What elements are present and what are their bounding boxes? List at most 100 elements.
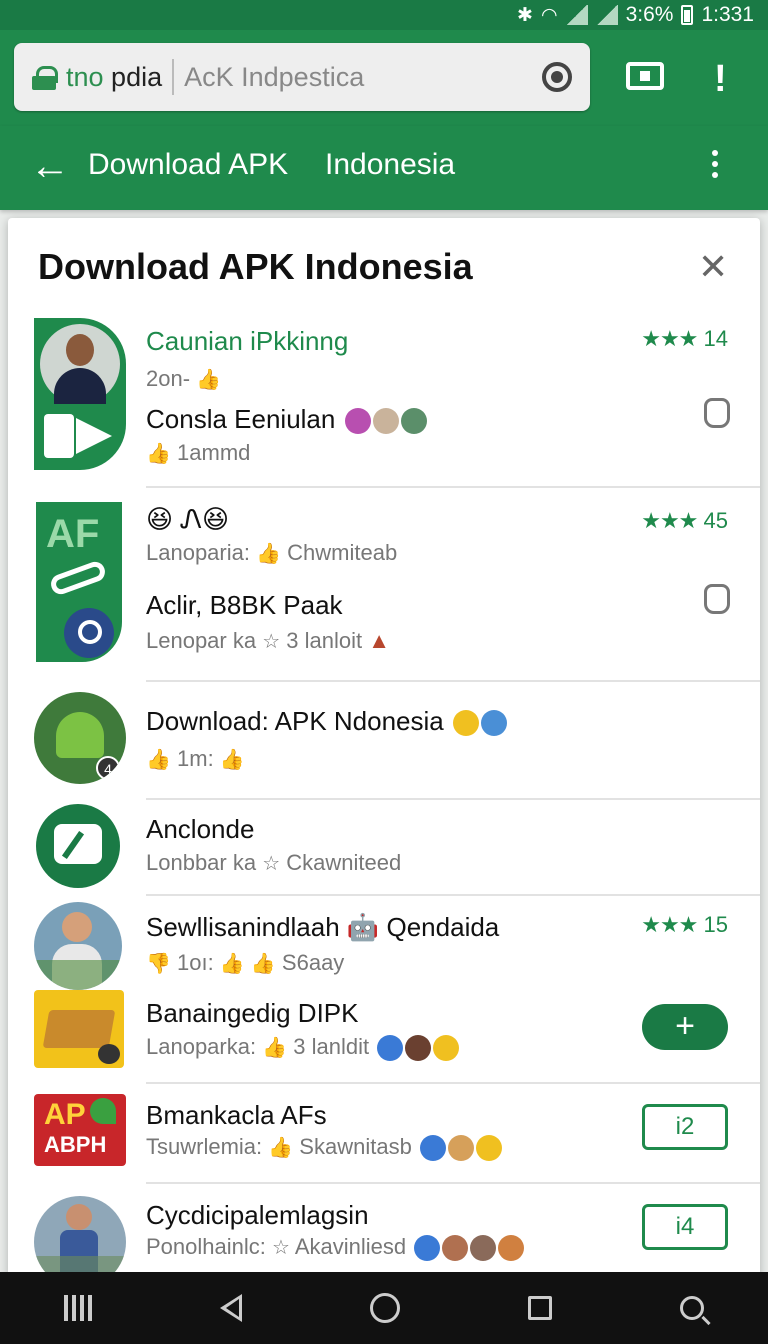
thumbs-up-icon: 👍 bbox=[146, 443, 171, 465]
app-icon: AP ABPH bbox=[34, 1094, 126, 1166]
lock-icon bbox=[32, 66, 58, 90]
avatar-icon bbox=[344, 408, 371, 435]
item-subtitle: 2on- 👍 bbox=[146, 366, 222, 391]
overflow-menu-icon[interactable] bbox=[712, 150, 720, 183]
item-title-2: Aclir, B8BK Paak bbox=[146, 590, 343, 620]
item-subtitle: Ponolhainlc: ☆ Akavinliesd bbox=[146, 1234, 525, 1262]
app-icon bbox=[34, 318, 126, 470]
thumbs-up-icon: 👍 bbox=[250, 953, 276, 975]
emoji-icon bbox=[433, 1035, 460, 1062]
emoji-icon bbox=[452, 710, 479, 737]
alert-icon[interactable]: ! bbox=[714, 58, 727, 101]
item-title: Caunian iPkkinng bbox=[146, 326, 349, 356]
thumbs-up-icon: 👍 bbox=[146, 749, 171, 771]
thumbs-up-icon: 👍 bbox=[196, 369, 222, 391]
item-rating: ★★★ 45 bbox=[641, 508, 728, 533]
item-title: Cycdicipalemlagsin bbox=[146, 1200, 369, 1230]
app-icon bbox=[34, 1196, 126, 1278]
back-arrow-icon[interactable]: ← bbox=[30, 144, 70, 189]
emoji-icon bbox=[498, 1235, 525, 1262]
avatar-icon bbox=[377, 1035, 404, 1062]
avatar-icon bbox=[372, 408, 399, 435]
system-nav-bar bbox=[0, 1272, 768, 1344]
wifi-icon: ◠ bbox=[540, 4, 558, 26]
close-icon[interactable]: ✕ bbox=[698, 246, 728, 288]
url-path[interactable]: AcK Indpestica bbox=[184, 62, 532, 93]
list-item[interactable]: Caunian iPkkinng 2on- 👍 Consla Eeniulan … bbox=[8, 314, 760, 488]
app-icon bbox=[34, 990, 124, 1068]
item-subtitle: Lanoparka: 👍 3 lanldit bbox=[146, 1034, 460, 1062]
app-icon bbox=[34, 902, 122, 990]
thumbs-up-icon: 👍 bbox=[262, 1037, 288, 1059]
avatar-icon bbox=[414, 1235, 441, 1262]
signal-icon-2 bbox=[595, 5, 618, 25]
item-title: Sewllisanindlaah 🤖 Qendaida bbox=[146, 912, 500, 942]
avatar bbox=[40, 324, 120, 404]
avatar-icon bbox=[419, 1135, 446, 1162]
tabs-icon[interactable] bbox=[626, 62, 664, 90]
af-logo: AF bbox=[46, 512, 100, 556]
thumbs-down-icon: 👎 bbox=[146, 953, 171, 975]
list-item[interactable]: Cycdicipalemlagsin Ponolhainlc: ☆ Akavin… bbox=[8, 1186, 760, 1278]
item-meta: Lenopar ka ☆ 3 lanloit ▲ bbox=[146, 628, 391, 653]
app-logo: AP bbox=[44, 1098, 86, 1131]
item-subtitle: Tsuwrlemia: 👍 Skawnitasb bbox=[146, 1134, 502, 1162]
share-icon: ☆ bbox=[262, 853, 281, 875]
tap-icon[interactable] bbox=[704, 398, 730, 428]
item-subtitle: 👎 1oı: 👍 👍 S6aay bbox=[146, 950, 345, 975]
thumbs-up-icon: 👍 bbox=[219, 749, 245, 771]
avatar-icon bbox=[447, 1135, 474, 1162]
status-bar: ✱ ◠ 3:6% 1:331 bbox=[0, 0, 768, 30]
cake-icon: ▲ bbox=[368, 628, 391, 653]
list-item[interactable]: Banaingedig DIPK Lanoparka: 👍 3 lanldit … bbox=[8, 990, 760, 1084]
list-item[interactable]: 4 Download: APK Ndonesia 👍 1m: 👍 bbox=[8, 682, 760, 800]
app-bar-subtitle: Indonesia bbox=[325, 148, 456, 181]
url-host: tno pdia bbox=[66, 61, 163, 92]
divider bbox=[146, 894, 760, 896]
item-title: Bmankacla AFs bbox=[146, 1100, 327, 1130]
app-bar-title: Download APK bbox=[88, 148, 289, 181]
share-icon: ☆ bbox=[262, 631, 281, 653]
share-icon: ☆ bbox=[272, 1237, 290, 1259]
item-subtitle: Lanoparia: 👍 Chwmiteab bbox=[146, 540, 398, 565]
clock: 1:331 bbox=[701, 3, 754, 26]
badge: 4 bbox=[96, 756, 120, 780]
item-title-2: Consla Eeniulan bbox=[146, 404, 427, 435]
battery-percent: 3:6% bbox=[625, 3, 674, 26]
item-title: Anclonde bbox=[146, 814, 255, 844]
emoji-icon bbox=[480, 710, 507, 737]
item-title: Download: APK Ndonesia bbox=[146, 706, 507, 737]
url-bar[interactable]: tno pdia AcK Indpestica bbox=[14, 43, 590, 111]
emoji-icon bbox=[475, 1135, 502, 1162]
browser-toolbar: tno pdia AcK Indpestica ! bbox=[0, 30, 768, 126]
app-logo-2: ABPH bbox=[44, 1132, 107, 1157]
list-item[interactable]: Sewllisanindlaah 🤖 Qendaida 👎 1oı: 👍 👍 S… bbox=[8, 898, 760, 990]
count-button[interactable]: i4 bbox=[642, 1204, 728, 1250]
item-subtitle: 👍 1m: 👍 bbox=[146, 746, 245, 771]
item-rating: ★★★ 14 bbox=[641, 326, 728, 351]
divider bbox=[146, 486, 760, 488]
recent-apps-icon[interactable] bbox=[528, 1296, 552, 1320]
camera-icon[interactable] bbox=[542, 62, 572, 92]
list-item[interactable]: Anclonde Lonbbar ka ☆ Ckawniteed bbox=[8, 800, 760, 896]
thumbs-up-icon: 👍 bbox=[256, 543, 282, 565]
signal-icon bbox=[565, 5, 588, 25]
back-icon[interactable] bbox=[220, 1294, 242, 1322]
app-icon bbox=[36, 804, 120, 888]
url-divider bbox=[172, 59, 175, 95]
search-icon[interactable] bbox=[680, 1296, 704, 1320]
list-item[interactable]: AP ABPH Bmankacla AFs Tsuwrlemia: 👍 Skaw… bbox=[8, 1084, 760, 1184]
list-item[interactable]: AF 😆 Ꮑ😆 Lanoparia: 👍 Chwmiteab Aclir, B8… bbox=[8, 490, 760, 682]
bluetooth-icon: ✱ bbox=[517, 4, 533, 26]
avatar-icon bbox=[400, 408, 427, 435]
count-button[interactable]: i2 bbox=[642, 1104, 728, 1150]
home-icon[interactable] bbox=[370, 1293, 400, 1323]
thumbs-up-icon: 👍 bbox=[268, 1137, 294, 1159]
tap-icon[interactable] bbox=[704, 584, 730, 614]
avatar-icon bbox=[442, 1235, 469, 1262]
menu-icon[interactable] bbox=[64, 1295, 92, 1321]
item-meta: 👍 1ammd bbox=[146, 440, 251, 465]
add-button[interactable]: + bbox=[642, 1004, 728, 1050]
item-rating: ★★★ 15 bbox=[641, 912, 728, 937]
app-list-dialog: Download APK Indonesia ✕ Caunian iPkkinn… bbox=[8, 218, 760, 1278]
